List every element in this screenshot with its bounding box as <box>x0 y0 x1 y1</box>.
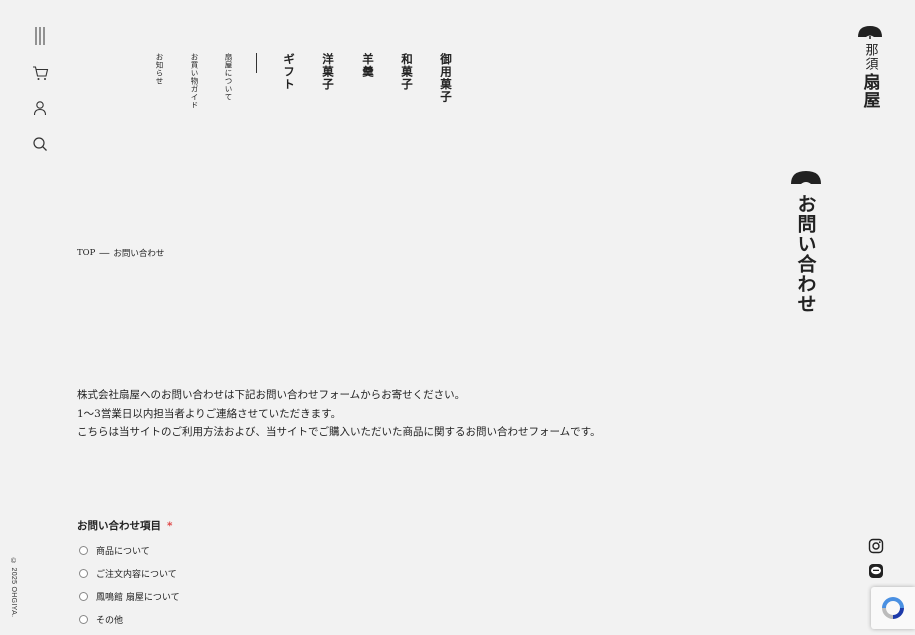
breadcrumb-current: お問い合わせ <box>113 249 165 259</box>
radio-button[interactable] <box>79 592 88 601</box>
radio-button[interactable] <box>79 546 88 555</box>
nav-item-yougashi[interactable]: 洋菓子 <box>320 53 336 91</box>
form-category-label-text: お問い合わせ項目 <box>77 520 161 532</box>
site-logo[interactable]: 那須 扇屋 <box>857 24 883 109</box>
left-rail: © 2025 OHGIYA. <box>0 0 80 635</box>
radio-button[interactable] <box>79 615 88 624</box>
form-category-label: お問い合わせ項目 * <box>77 518 173 533</box>
recaptcha-icon <box>882 597 904 619</box>
page: © 2025 OHGIYA. 御用菓子 和菓子 羊羹 洋菓子 ギフト 扇屋につい… <box>0 0 915 635</box>
radio-option-label: その他 <box>96 616 124 626</box>
search-icon[interactable] <box>30 134 50 154</box>
intro-text: 株式会社扇屋へのお問い合わせは下記お問い合わせフォームからお寄せください。 1〜… <box>77 386 601 442</box>
breadcrumb: TOP ― お問い合わせ <box>77 247 165 260</box>
nav-item-goyou-gashi[interactable]: 御用菓子 <box>438 53 454 103</box>
logo-line2: 扇屋 <box>859 73 880 109</box>
nav-item-gift[interactable]: ギフト <box>281 53 297 91</box>
cart-icon[interactable] <box>30 63 50 83</box>
radio-option-order[interactable]: ご注文内容について <box>79 567 177 580</box>
intro-line-3: こちらは当サイトのご利用方法および、当サイトでご購入いただいた商品に関するお問い… <box>77 426 601 438</box>
fan-icon <box>791 171 821 184</box>
instagram-icon[interactable] <box>868 538 884 554</box>
fan-icon <box>858 26 882 39</box>
nav-item-youkan[interactable]: 羊羹 <box>360 53 376 78</box>
main-nav: 御用菓子 和菓子 羊羹 洋菓子 ギフト 扇屋について お買い物ガイド お知らせ <box>150 53 460 123</box>
radio-option-houmeikan[interactable]: 鳳鳴館 扇屋について <box>79 590 180 603</box>
page-heading: お問い合わせ <box>789 170 823 314</box>
logo-line1: 那須 <box>862 43 878 71</box>
radio-option-other[interactable]: その他 <box>79 613 123 626</box>
menu-icon[interactable] <box>30 26 50 46</box>
required-mark: * <box>167 520 173 532</box>
nav-divider <box>256 53 257 73</box>
breadcrumb-home-link[interactable]: TOP <box>77 248 95 258</box>
user-icon[interactable] <box>30 98 50 118</box>
nav-item-about[interactable]: 扇屋について <box>223 53 234 101</box>
nav-item-news[interactable]: お知らせ <box>154 53 165 85</box>
nav-item-wagashi[interactable]: 和菓子 <box>399 53 415 91</box>
radio-option-label: 商品について <box>96 547 150 557</box>
line-icon[interactable] <box>868 563 884 579</box>
intro-line-2: 1〜3営業日以内担当者よりご連絡させていただきます。 <box>77 407 342 420</box>
nav-item-shopping-guide[interactable]: お買い物ガイド <box>189 53 200 109</box>
radio-option-label: 鳳鳴館 扇屋について <box>96 593 180 603</box>
page-title: お問い合わせ <box>794 194 817 314</box>
radio-option-products[interactable]: 商品について <box>79 544 150 557</box>
radio-option-label: ご注文内容について <box>96 570 177 580</box>
intro-line-1: 株式会社扇屋へのお問い合わせは下記お問い合わせフォームからお寄せください。 <box>77 389 466 401</box>
recaptcha-badge[interactable] <box>871 587 915 629</box>
breadcrumb-separator: ― <box>99 247 110 259</box>
copyright: © 2025 OHGIYA. <box>10 558 17 618</box>
radio-button[interactable] <box>79 569 88 578</box>
